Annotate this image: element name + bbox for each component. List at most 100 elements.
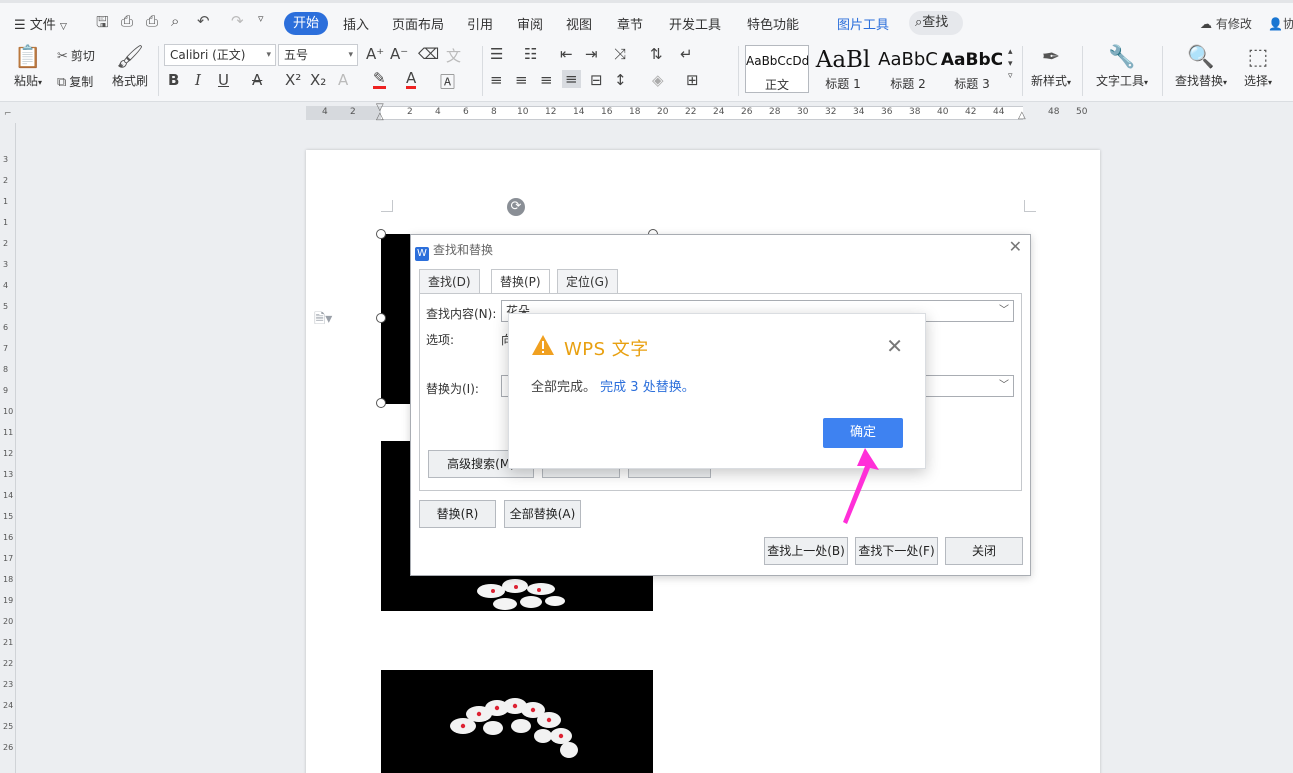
cut-button[interactable]: ✂ 剪切 [57,47,95,64]
ruler-tick-label: 14 [573,107,585,117]
clear-format-icon[interactable]: ⌫ [418,45,439,63]
ruler-tick-label: 34 [853,107,865,117]
replace-button[interactable]: 替换(R) [419,500,496,528]
tab-insert[interactable]: 插入 [343,14,369,33]
new-style-button[interactable]: ✒ 新样式▾ [1026,44,1076,89]
text-effect-icon[interactable]: A [338,71,348,89]
tab-chapter[interactable]: 章节 [617,14,643,33]
subscript-icon[interactable]: X₂ [310,71,326,89]
align-left-icon[interactable]: ≡ [490,71,503,89]
ruler-tick-label: 16 [601,107,613,117]
rotate-handle-icon[interactable]: ⟳ [507,198,525,216]
styles-scroll-icon[interactable]: ▴ ▾ ▿ [1008,46,1013,82]
italic-icon[interactable]: I [195,71,201,89]
phonetic-icon[interactable]: 文 [446,45,461,66]
tab-replace[interactable]: 替换(P) [491,269,550,294]
flower-image[interactable] [381,670,653,773]
ruler-tick-label: 3 [3,155,9,164]
tab-developer[interactable]: 开发工具 [669,14,721,33]
undo-icon[interactable]: ↶ [197,12,210,30]
char-border-icon[interactable]: 🄰 [440,71,455,92]
paste-button[interactable]: 📋 粘贴▾ [8,44,48,89]
tab-goto[interactable]: 定位(G) [557,269,618,293]
vertical-ruler[interactable]: 3 2 1 1 2 3 4 5 6 7 8 9 10 11 12 13 14 15 16 17 18 19 20 21 22 23… [0,123,16,773]
tab-find[interactable]: 查找(D) [419,269,480,293]
style-heading-1[interactable]: AaBl 标题 1 [811,45,875,93]
superscript-icon[interactable]: X² [285,71,301,89]
borders-icon[interactable]: ⊞ [686,71,699,89]
shading-icon[interactable]: ◈ [652,71,664,89]
sort-icon[interactable]: ⇅ [650,45,663,63]
style-heading-3[interactable]: AaBbC 标题 3 [940,45,1004,93]
tab-references[interactable]: 引用 [467,14,493,33]
close-icon[interactable]: ✕ [886,334,903,358]
close-icon[interactable]: ✕ [1009,237,1022,256]
copy-button[interactable]: ⧉ 复制 [57,73,93,90]
print-preview-icon[interactable]: ⎙ [121,12,133,30]
highlight-icon[interactable]: ✎ [373,71,386,89]
bullets-icon[interactable]: ☰ [490,45,503,63]
shrink-font-icon[interactable]: A⁻ [390,45,408,63]
line-spacing-icon[interactable]: ↕ [614,71,627,89]
select-cursor-icon: ⬚ [1247,45,1269,70]
grow-font-icon[interactable]: A⁺ [366,45,384,63]
font-name-select[interactable]: Calibri (正文) ▾ [164,44,276,66]
customize-icon[interactable]: ▿ [258,12,264,25]
horizontal-ruler[interactable]: ⌐ 4 2 2 4 6 8 10 12 14 16 18 20 22 24 26 28 30 32 34 36 38 40… [0,103,1293,123]
collaborate-button[interactable]: 👤协 [1268,15,1293,32]
decrease-indent-icon[interactable]: ⇤ [560,45,573,63]
file-menu[interactable]: ☰ 文件 ▽ [14,14,67,33]
increase-indent-icon[interactable]: ⇥ [585,45,598,63]
tab-review[interactable]: 审阅 [517,14,543,33]
brush-icon: 🖌 [116,45,144,70]
chevron-down-icon: ▾ [266,50,271,60]
preview-icon[interactable]: ⌕ [171,12,179,30]
close-button[interactable]: 关闭 [945,537,1023,565]
print-icon[interactable]: ⎙ [146,12,158,30]
tab-special[interactable]: 特色功能 [747,14,799,33]
redo-icon[interactable]: ↷ [231,12,244,30]
tab-home[interactable]: 开始 [284,12,328,35]
style-heading-2[interactable]: AaBbC 标题 2 [876,45,940,93]
font-color-icon[interactable]: A [406,71,417,89]
search-box[interactable]: ⌕查找 [909,11,963,35]
find-next-button[interactable]: 查找下一处(F) [855,537,938,565]
format-painter-button[interactable]: 🖌 格式刷 [108,44,152,89]
tab-page-layout[interactable]: 页面布局 [392,14,444,33]
right-indent-marker-icon[interactable]: △ [1018,110,1026,121]
tab-view[interactable]: 视图 [566,14,592,33]
bold-icon[interactable]: B [168,71,179,89]
flower-photo [450,698,578,758]
align-center-icon[interactable]: ≡ [515,71,528,89]
font-size-select[interactable]: 五号 ▾ [278,44,358,66]
resize-handle[interactable] [376,398,386,408]
indent-marker-icon[interactable]: ▽ △ [376,103,384,122]
strikethrough-icon[interactable]: A [252,71,262,89]
underline-icon[interactable]: U [218,71,229,89]
align-right-icon[interactable]: ≡ [540,71,553,89]
tab-stop-icon[interactable]: ⌐ [4,109,12,119]
numbering-icon[interactable]: ☷ [524,45,537,63]
tab-picture-tools[interactable]: 图片工具 [837,14,889,33]
chinese-layout-icon[interactable]: ⤨ [614,45,626,63]
justify-icon[interactable]: ≡ [562,70,581,88]
save-icon[interactable]: 🖫 [96,12,109,37]
distributed-icon[interactable]: ⊟ [590,71,603,89]
style-normal[interactable]: AaBbCcDd 正文 [745,45,809,93]
ruler-tick-label: 15 [3,512,14,521]
resize-handle[interactable] [376,313,386,323]
ruler-tick-label: 25 [3,722,14,731]
clipboard-icon: 📋 [14,45,42,70]
has-changes-button[interactable]: ☁ 有修改 [1200,15,1252,32]
ruler-tick-label: 38 [909,107,921,117]
replace-all-button[interactable]: 全部替换(A) [504,500,581,528]
menu-bar: ☰ 文件 ▽ 🖫 ⎙ ⎙ ⌕ ↶ ↷ ▿ 开始 插入 页面布局 引用 审阅 视图… [0,0,1293,40]
find-previous-button[interactable]: 查找上一处(B) [764,537,848,565]
resize-handle[interactable] [376,229,386,239]
find-replace-button[interactable]: 🔍 查找替换▾ [1170,44,1232,89]
ruler-tick-label: 42 [965,107,977,117]
paragraph-mark-icon[interactable]: ↵ [680,45,693,63]
text-tools-button[interactable]: 🔧 文字工具▾ [1092,44,1152,89]
paragraph-options-icon[interactable]: 🗎▾ [314,308,332,332]
select-button[interactable]: ⬚ 选择▾ [1238,44,1278,89]
